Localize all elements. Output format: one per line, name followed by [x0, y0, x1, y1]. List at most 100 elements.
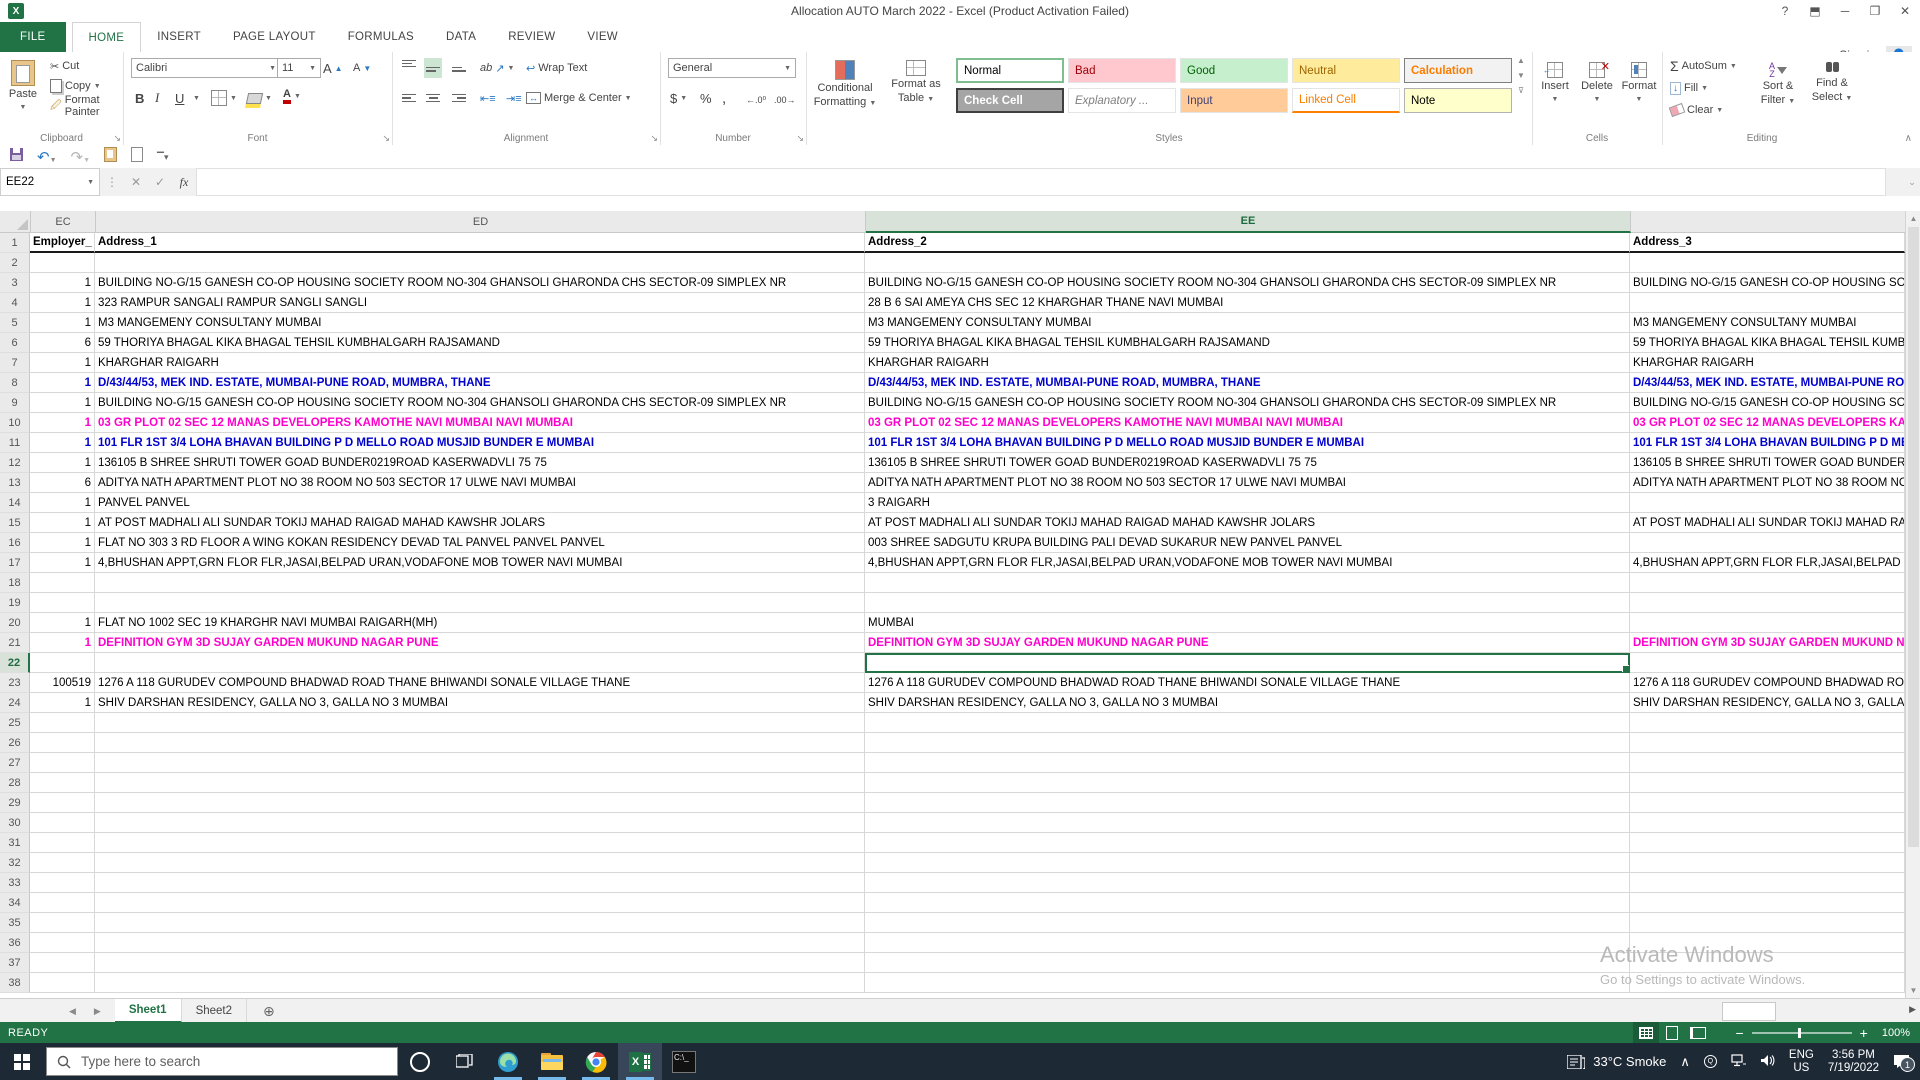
row-header-32[interactable]: 32 — [0, 853, 30, 873]
cell-r29c4[interactable] — [1630, 793, 1905, 813]
undo-button[interactable]: ↶▼ — [37, 148, 57, 166]
column-header-ED[interactable]: ED — [96, 211, 866, 233]
cell-r17c4[interactable]: 4,BHUSHAN APPT,GRN FLOR FLR,JASAI,BELPAD… — [1630, 553, 1905, 573]
format-as-table-button[interactable]: Format asTable ▼ — [884, 54, 948, 106]
cell-r11c2[interactable]: 101 FLR 1ST 3/4 LOHA BHAVAN BUILDING P D… — [95, 433, 865, 453]
cell-r22c2[interactable] — [95, 653, 865, 673]
cell-r28c2[interactable] — [95, 773, 865, 793]
cell-r20c3[interactable]: MUMBAI — [865, 613, 1630, 633]
cell-r13c1[interactable]: 6 — [30, 473, 95, 493]
column-header-EC[interactable]: EC — [31, 211, 96, 233]
cell-r26c1[interactable] — [30, 733, 95, 753]
cell-r30c2[interactable] — [95, 813, 865, 833]
task-view-button[interactable] — [442, 1043, 486, 1080]
scroll-up-arrow[interactable]: ▲ — [1906, 211, 1920, 226]
row-header-34[interactable]: 34 — [0, 893, 30, 913]
cell-r33c2[interactable] — [95, 873, 865, 893]
bold-button[interactable]: B — [133, 88, 146, 108]
cell-r19c4[interactable] — [1630, 593, 1905, 613]
row-header-3[interactable]: 3 — [0, 273, 30, 293]
confirm-entry-button[interactable]: ✓ — [148, 168, 172, 196]
cell-r35c2[interactable] — [95, 913, 865, 933]
row-header-7[interactable]: 7 — [0, 353, 30, 373]
clear-button[interactable]: Clear▼ — [1668, 100, 1725, 120]
sort-filter-button[interactable]: AZ Sort &Filter ▼ — [1754, 56, 1802, 108]
page-break-view-button[interactable] — [1685, 1022, 1711, 1043]
formula-input[interactable] — [196, 168, 1886, 196]
touch-mode-button[interactable] — [104, 147, 117, 167]
row-header-2[interactable]: 2 — [0, 253, 30, 273]
grow-font-button[interactable]: A▲ — [321, 58, 345, 78]
row-header-15[interactable]: 15 — [0, 513, 30, 533]
cell-r35c3[interactable] — [865, 913, 1630, 933]
vertical-scroll-thumb[interactable] — [1908, 227, 1919, 847]
normal-view-button[interactable] — [1633, 1022, 1659, 1043]
cell-r34c4[interactable] — [1630, 893, 1905, 913]
row-header-13[interactable]: 13 — [0, 473, 30, 493]
row-header-21[interactable]: 21 — [0, 633, 30, 653]
cell-r27c3[interactable] — [865, 753, 1630, 773]
underline-dropdown[interactable]: ▼ — [191, 88, 202, 108]
cell-r38c3[interactable] — [865, 973, 1630, 993]
autosum-button[interactable]: ΣAutoSum▼ — [1668, 56, 1739, 76]
cell-r18c3[interactable] — [865, 573, 1630, 593]
cell-r33c3[interactable] — [865, 873, 1630, 893]
cell-r20c2[interactable]: FLAT NO 1002 SEC 19 KHARGHR NAVI MUMBAI … — [95, 613, 865, 633]
cell-style-check[interactable]: Check Cell — [956, 88, 1064, 113]
row-header-29[interactable]: 29 — [0, 793, 30, 813]
font-size-combo[interactable]: 11▼ — [277, 58, 321, 78]
cell-r32c4[interactable] — [1630, 853, 1905, 873]
font-name-combo[interactable]: Calibri▼ — [131, 58, 281, 78]
volume-icon[interactable] — [1760, 1054, 1775, 1070]
row-header-17[interactable]: 17 — [0, 553, 30, 573]
cell-r26c2[interactable] — [95, 733, 865, 753]
cell-r26c4[interactable] — [1630, 733, 1905, 753]
cell-r15c1[interactable]: 1 — [30, 513, 95, 533]
increase-decimal-button[interactable]: ←.0⁰ — [744, 90, 768, 110]
fill-color-button[interactable]: ▼ — [245, 88, 274, 108]
cell-r23c3[interactable]: 1276 A 118 GURUDEV COMPOUND BHADWAD ROAD… — [865, 673, 1630, 693]
cell-r28c3[interactable] — [865, 773, 1630, 793]
cell-r28c1[interactable] — [30, 773, 95, 793]
cell-r30c4[interactable] — [1630, 813, 1905, 833]
zoom-in-button[interactable]: + — [1860, 1025, 1868, 1041]
middle-align-button[interactable] — [424, 58, 442, 78]
cell-r2c3[interactable] — [865, 253, 1630, 273]
row-header-6[interactable]: 6 — [0, 333, 30, 353]
name-box[interactable]: EE22▼ — [0, 168, 100, 196]
cell-r1c1[interactable]: Employer_ — [30, 233, 95, 253]
row-header-27[interactable]: 27 — [0, 753, 30, 773]
cell-style-good[interactable]: Good — [1180, 58, 1288, 83]
cell-r32c2[interactable] — [95, 853, 865, 873]
cell-r37c1[interactable] — [30, 953, 95, 973]
insert-function-button[interactable]: fx — [172, 168, 196, 196]
cell-r5c4[interactable]: M3 MANGEMENY CONSULTANY MUMBAI — [1630, 313, 1905, 333]
taskbar-excel-icon[interactable]: X — [618, 1043, 662, 1080]
cell-r29c3[interactable] — [865, 793, 1630, 813]
cell-r20c1[interactable]: 1 — [30, 613, 95, 633]
merge-center-button[interactable]: ↔ Merge & Center▼ — [524, 88, 634, 108]
cell-r10c4[interactable]: 03 GR PLOT 02 SEC 12 MANAS DEVELOPERS KA… — [1630, 413, 1905, 433]
cell-r12c3[interactable]: 136105 B SHREE SHRUTI TOWER GOAD BUNDER0… — [865, 453, 1630, 473]
cell-r7c2[interactable]: KHARGHAR RAIGARH — [95, 353, 865, 373]
cell-r17c1[interactable]: 1 — [30, 553, 95, 573]
cell-r4c3[interactable]: 28 B 6 SAI AMEYA CHS SEC 12 KHARGHAR THA… — [865, 293, 1630, 313]
cell-r3c2[interactable]: BUILDING NO-G/15 GANESH CO-OP HOUSING SO… — [95, 273, 865, 293]
ribbon-tab-insert[interactable]: INSERT — [141, 22, 217, 52]
row-header-24[interactable]: 24 — [0, 693, 30, 713]
row-header-35[interactable]: 35 — [0, 913, 30, 933]
scroll-right-arrow[interactable]: ▶ — [1909, 1004, 1916, 1015]
font-color-button[interactable]: A▼ — [281, 86, 303, 106]
number-dialog-launcher[interactable]: ↘ — [796, 133, 804, 144]
cell-r25c1[interactable] — [30, 713, 95, 733]
align-center-button[interactable] — [424, 88, 442, 108]
row-header-14[interactable]: 14 — [0, 493, 30, 513]
cell-r5c2[interactable]: M3 MANGEMENY CONSULTANY MUMBAI — [95, 313, 865, 333]
zoom-slider[interactable] — [1752, 1032, 1852, 1034]
find-select-button[interactable]: Find &Select ▼ — [1808, 56, 1856, 105]
cell-r30c3[interactable] — [865, 813, 1630, 833]
redo-button[interactable]: ↷▼ — [71, 148, 91, 166]
row-header-26[interactable]: 26 — [0, 733, 30, 753]
cell-r24c1[interactable]: 1 — [30, 693, 95, 713]
sheet-tab-sheet2[interactable]: Sheet2 — [182, 999, 247, 1023]
